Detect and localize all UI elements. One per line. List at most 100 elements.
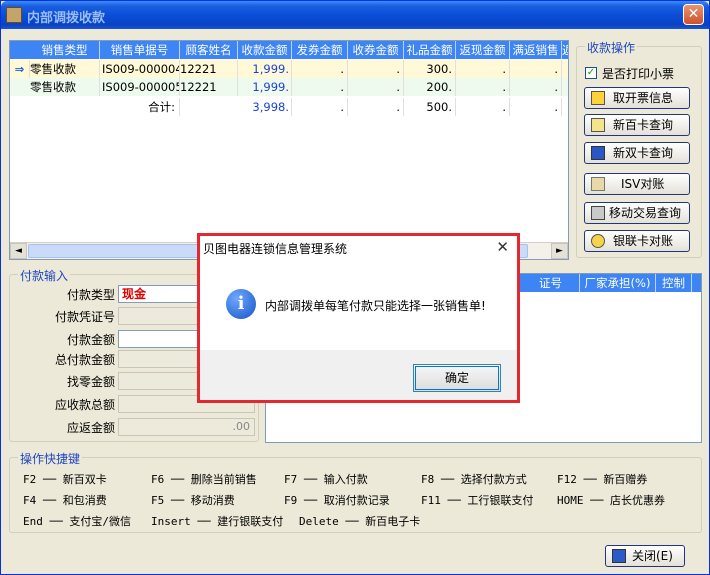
isv-reconcile-button[interactable]: ISV对账 (584, 173, 690, 195)
col-amount[interactable]: 收款金额 (238, 41, 292, 59)
window-close-button[interactable]: ✕ (683, 4, 704, 25)
cell-customer: 12221 (180, 78, 238, 96)
sales-grid[interactable]: 销售类型 销售单据号 顾客姓名 收款金额 发券金额 收券金额 礼品金额 返现金额… (9, 40, 569, 260)
message-dialog: 贝图电器连锁信息管理系统 ✕ i 内部调拨单每笔付款只能选择一张销售单! 确定 (197, 233, 520, 403)
dialog-title-bar[interactable]: 贝图电器连锁信息管理系统 ✕ (200, 236, 517, 258)
button-label: 银联卡对账 (613, 234, 674, 248)
dialog-close-icon[interactable]: ✕ (496, 238, 509, 256)
total-gift: 500. (404, 98, 456, 116)
dialog-body: i 内部调拨单每笔付款只能选择一张销售单! (200, 258, 517, 350)
cell-doc: IS009-000004 (102, 60, 180, 78)
cell-amount: 1,999. (238, 60, 292, 78)
pay-amount-field[interactable] (118, 330, 202, 348)
unionpay-reconcile-button[interactable]: 银联卡对账 (584, 230, 690, 252)
cell-doc: IS009-000005 (102, 78, 180, 96)
shortcut-item: Insert ── 建行银联支付 (151, 515, 284, 528)
col-full-return[interactable]: 满返销售 (510, 41, 562, 59)
shortcut-item: F6 ── 删除当前销售 (151, 473, 257, 486)
col-receive-coupon[interactable]: 收券金额 (348, 41, 404, 59)
col-voucher[interactable]: 证号 (522, 274, 580, 292)
shortcut-item: F12 ── 新百赠券 (557, 473, 648, 486)
exit-icon (612, 549, 626, 563)
cell-receive-coupon: . (348, 60, 404, 78)
total-row: 合计: 3,998. . . 500. . . (10, 98, 568, 116)
col-control[interactable]: 控制 (656, 274, 692, 292)
dialog-message: 内部调拨单每笔付款只能选择一张销售单! (265, 299, 486, 313)
cell-issue-coupon: . (292, 60, 348, 78)
button-label: 取开票信息 (613, 91, 674, 105)
ticket-icon (591, 91, 605, 105)
refund-label: 应返金额 (66, 421, 115, 435)
app-icon (6, 7, 22, 23)
cell-type: 零售收款 (30, 60, 100, 78)
shortcut-item: F7 ── 输入付款 (284, 473, 368, 486)
row-pointer-icon: ⇒ (10, 60, 30, 78)
xinbai-card-query-button[interactable]: 新百卡查询 (584, 114, 690, 136)
close-button-label: 关闭(E) (632, 549, 673, 563)
total-cashback: . (456, 98, 510, 116)
cell-amount: 1,999. (238, 78, 292, 96)
col-return[interactable]: 返 (562, 41, 568, 59)
cell-full-return: . (510, 60, 562, 78)
cell-issue-coupon: . (292, 78, 348, 96)
total-label: 合计: (102, 98, 180, 116)
close-button[interactable]: 关闭(E) (605, 545, 685, 567)
shortcut-item: F4 ── 和包消费 (23, 494, 107, 507)
table-row[interactable]: 零售收款 IS009-000005 12221 1,999. . . 200. … (10, 78, 568, 96)
button-label: ISV对账 (621, 177, 665, 191)
info-icon: i (226, 289, 256, 319)
cell-customer: 12221 (180, 60, 238, 78)
refund-field: .00 (118, 418, 255, 436)
shortcuts-caption: 操作快捷键 (18, 450, 83, 467)
shortcut-item: HOME ── 店长优惠券 (557, 494, 665, 507)
col-doc-number[interactable]: 销售单据号 (100, 41, 180, 59)
ok-button[interactable]: 确定 (413, 364, 501, 392)
voucher-label: 付款凭证号 (54, 310, 115, 324)
title-bar[interactable]: 内部调拨收款 ✕ (1, 1, 709, 29)
get-invoice-button[interactable]: 取开票信息 (584, 87, 690, 109)
col-vendor-share[interactable]: 厂家承担(%) (580, 274, 656, 292)
pay-type-label: 付款类型 (66, 288, 115, 302)
shortcut-item: Delete ── 新百电子卡 (299, 515, 421, 528)
total-issue-coupon: . (292, 98, 348, 116)
sales-grid-header: 销售类型 销售单据号 顾客姓名 收款金额 发券金额 收券金额 礼品金额 返现金额… (10, 41, 568, 59)
shortcut-item: F8 ── 选择付款方式 (421, 473, 527, 486)
isv-icon (591, 177, 605, 191)
cell-gift: 200. (404, 78, 456, 96)
total-full-return: . (510, 98, 562, 116)
cell-full-return: . (510, 78, 562, 96)
dual-card-icon (591, 146, 605, 160)
shortcut-item: F9 ── 取消付款记录 (284, 494, 390, 507)
button-label: 移动交易查询 (609, 206, 682, 220)
shortcut-item: End ── 支付宝/微信 (23, 515, 131, 528)
shortcut-item: F5 ── 移动消费 (151, 494, 235, 507)
receivable-label: 应收款总额 (54, 398, 115, 412)
ops-caption: 收款操作 (585, 39, 638, 56)
dual-card-query-button[interactable]: 新双卡查询 (584, 142, 690, 164)
scroll-left-icon[interactable]: ◄ (10, 243, 27, 259)
col-issue-coupon[interactable]: 发券金额 (292, 41, 348, 59)
cell-receive-coupon: . (348, 78, 404, 96)
total-amount: 3,998. (238, 98, 292, 116)
mobile-icon (591, 206, 605, 220)
scroll-right-icon[interactable]: ► (551, 243, 568, 259)
dialog-title: 贝图电器连锁信息管理系统 (203, 242, 348, 256)
table-row[interactable]: ⇒ 零售收款 IS009-000004 12221 1,999. . . 300… (10, 60, 568, 78)
col-sale-type[interactable]: 销售类型 (30, 41, 100, 59)
cell-gift: 300. (404, 60, 456, 78)
col-cashback[interactable]: 返现金额 (456, 41, 510, 59)
shortcut-item: F11 ── 工行银联支付 (421, 494, 534, 507)
col-customer-name[interactable]: 顾客姓名 (180, 41, 238, 59)
print-receipt-label: 是否打印小票 (602, 67, 675, 81)
card-search-icon (591, 118, 605, 132)
button-label: 新双卡查询 (613, 146, 674, 160)
mobile-trade-query-button[interactable]: 移动交易查询 (584, 202, 690, 224)
col-gift-amount[interactable]: 礼品金额 (404, 41, 456, 59)
pay-type-field[interactable]: 现金 (118, 285, 202, 303)
change-field (118, 372, 202, 390)
voucher-field[interactable] (118, 307, 202, 325)
cell-cashback: . (456, 78, 510, 96)
print-receipt-checkbox[interactable]: ✓ (585, 67, 597, 79)
total-receive-coupon: . (348, 98, 404, 116)
change-label: 找零金额 (66, 375, 115, 389)
